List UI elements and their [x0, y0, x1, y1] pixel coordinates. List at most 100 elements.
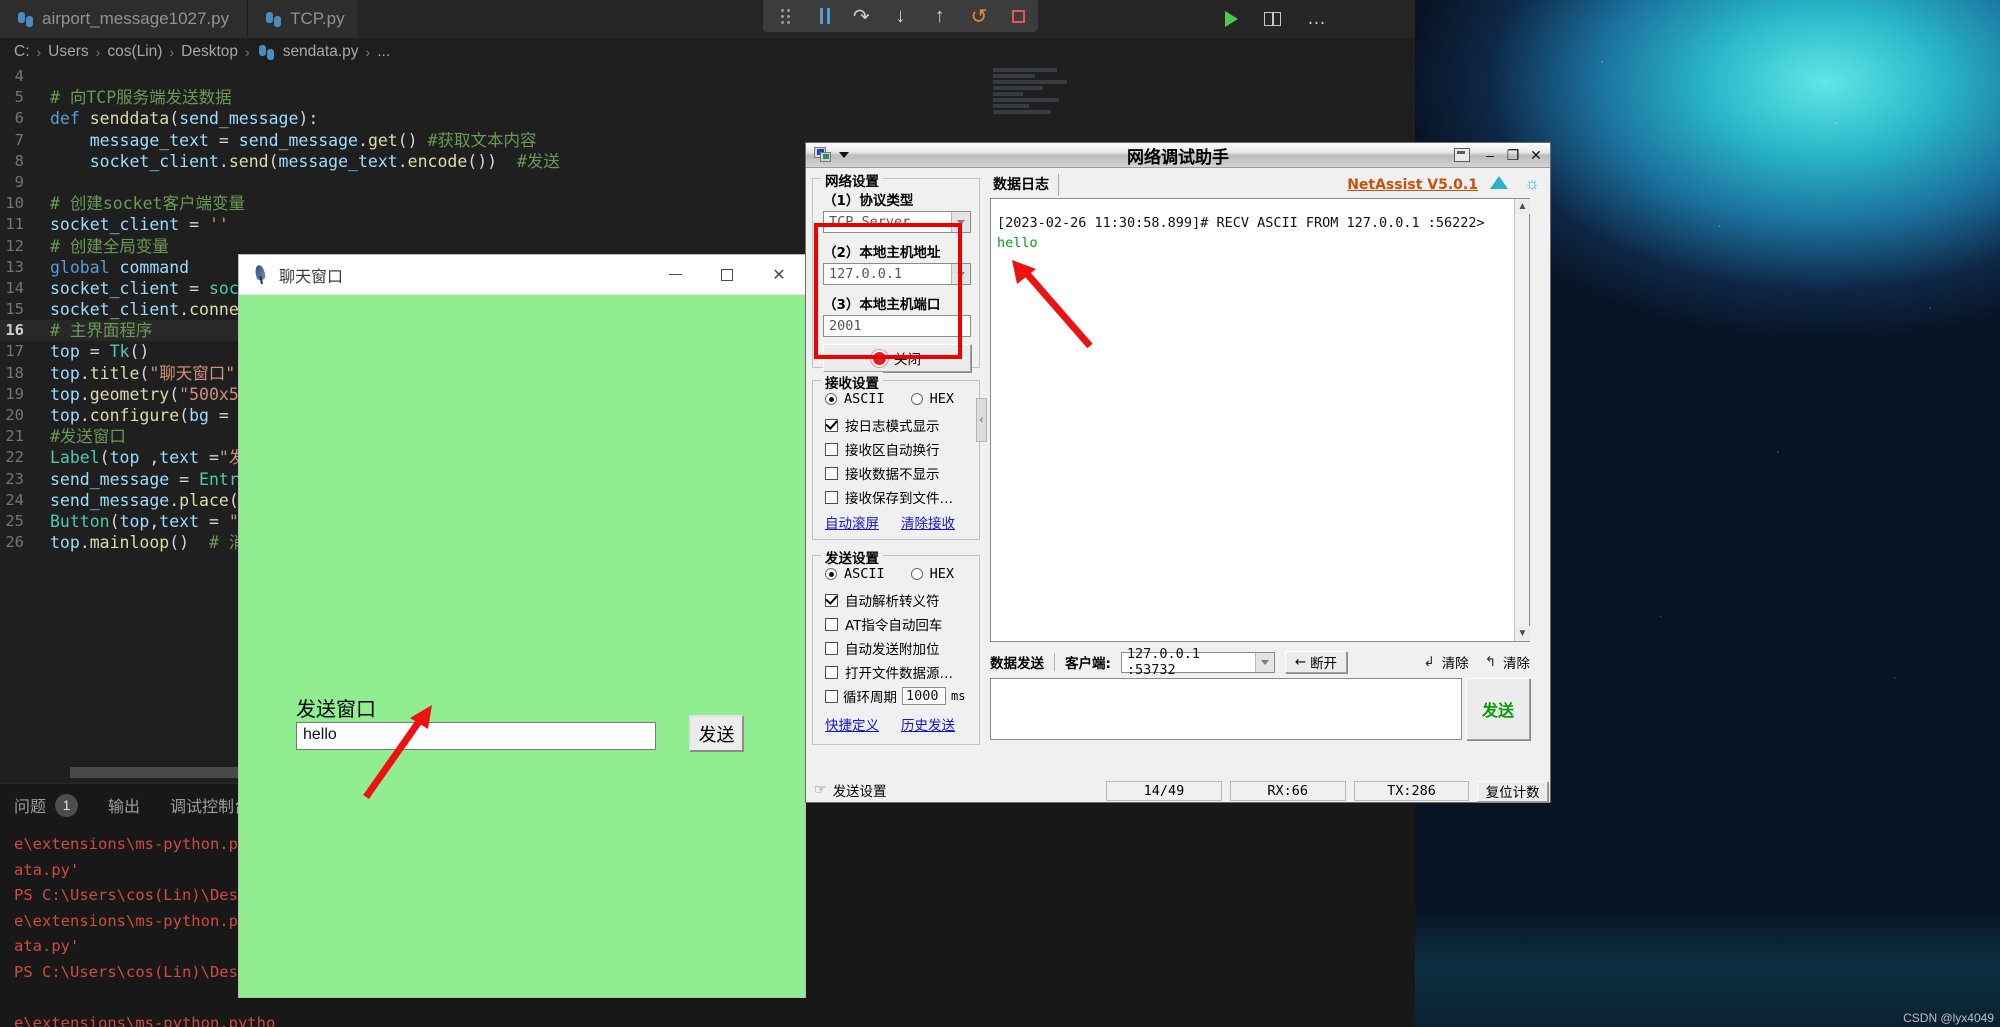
- client-value: 127.0.0.1 :53732: [1126, 646, 1201, 678]
- pause-icon[interactable]: [802, 0, 841, 32]
- editor-tab-1[interactable]: TCP.py: [248, 0, 364, 38]
- send-checkbox-append[interactable]: 自动发送附加位: [825, 638, 940, 658]
- scroll-up-icon[interactable]: ▲: [1515, 199, 1530, 214]
- maximize-icon[interactable]: [701, 255, 753, 295]
- loop-period-input[interactable]: 1000: [902, 687, 946, 705]
- chat-send-button[interactable]: 发送: [689, 715, 744, 752]
- send-checkbox-escape[interactable]: 自动解析转义符: [825, 590, 940, 610]
- code-line-text: top = Tk(): [50, 342, 150, 362]
- more-actions-icon[interactable]: …: [1307, 8, 1327, 30]
- step-out-icon[interactable]: ↑: [920, 0, 959, 32]
- checkbox-icon[interactable]: [825, 418, 838, 432]
- receive-checkbox-hide-data[interactable]: 接收数据不显示: [825, 463, 940, 483]
- checkbox-icon[interactable]: [825, 689, 838, 703]
- clear-receive-area[interactable]: ↰ 清除: [1485, 652, 1530, 672]
- receive-mode-ascii[interactable]: ASCII: [825, 391, 885, 407]
- radio-icon[interactable]: [910, 393, 923, 405]
- breadcrumb-item-users[interactable]: Users: [48, 43, 88, 61]
- netassist-title: 网络调试助手: [1127, 147, 1229, 168]
- panel-collapse-handle[interactable]: ‹: [976, 398, 987, 442]
- minimize-icon[interactable]: [649, 255, 701, 295]
- checkbox-icon[interactable]: [825, 442, 838, 456]
- netassist-send-button[interactable]: 发送: [1466, 678, 1530, 740]
- checkbox-icon[interactable]: [825, 490, 838, 504]
- client-select[interactable]: 127.0.0.1 :53732: [1120, 646, 1275, 678]
- code-line[interactable]: 5 # 向TCP服务端发送数据: [0, 87, 1415, 108]
- breadcrumb-item-drive[interactable]: C:: [14, 43, 30, 61]
- chevron-down-icon[interactable]: [951, 212, 970, 232]
- python-file-icon: [266, 11, 282, 27]
- chat-window-titlebar[interactable]: 聊天窗口 ✕: [239, 255, 805, 295]
- editor-tab-label: airport_message1027.py: [42, 9, 230, 28]
- receive-checkbox-autowrap[interactable]: 接收区自动换行: [825, 439, 940, 459]
- quick-define-link[interactable]: 快捷定义: [825, 714, 879, 734]
- panel-tab-output[interactable]: 输出: [108, 784, 140, 826]
- netassist-version-link[interactable]: NetAssist V5.0.1: [1347, 177, 1478, 193]
- send-checkbox-file-source[interactable]: 打开文件数据源…: [825, 662, 953, 682]
- pin-icon[interactable]: [1454, 148, 1470, 162]
- receive-checkbox-log-mode[interactable]: 按日志模式显示: [825, 415, 940, 435]
- disconnect-button[interactable]: ← 断开: [1284, 651, 1347, 673]
- clear-receive-link[interactable]: 清除接收: [901, 512, 955, 532]
- editor-tab-0[interactable]: airport_message1027.py: [0, 0, 249, 38]
- code-line-text: send_message = Entry: [50, 469, 249, 489]
- footer-send-settings[interactable]: ☞ 发送设置: [814, 780, 887, 800]
- send-textarea[interactable]: [990, 678, 1462, 740]
- step-into-icon[interactable]: ↓: [881, 0, 920, 32]
- data-log-content: [2023-02-26 11:30:58.899]# RECV ASCII FR…: [991, 199, 1529, 253]
- panel-tab-problems[interactable]: 问题 1: [14, 784, 79, 826]
- log-scrollbar[interactable]: ▲ ▼: [1514, 199, 1530, 641]
- send-loop-period-row[interactable]: 循环周期 1000 ms: [825, 686, 965, 706]
- checkbox-icon[interactable]: [825, 641, 838, 655]
- stop-icon[interactable]: [999, 0, 1038, 32]
- data-log-tab[interactable]: 数据日志: [990, 174, 1059, 196]
- breadcrumb-item-more[interactable]: ...: [377, 43, 390, 61]
- radio-icon[interactable]: [825, 393, 837, 405]
- protocol-type-select[interactable]: TCP Server: [823, 211, 971, 233]
- receive-checkbox-save-file[interactable]: 接收保存到文件…: [825, 487, 953, 507]
- receive-mode-hex[interactable]: HEX: [910, 391, 954, 407]
- line-number: 9: [14, 172, 24, 191]
- breadcrumb-item-desktop[interactable]: Desktop: [181, 43, 238, 61]
- debug-run-toolbar[interactable]: ↷ ↓ ↑ ↺: [763, 0, 1038, 32]
- chevron-down-icon[interactable]: [951, 264, 970, 284]
- scroll-down-icon[interactable]: ▼: [1515, 626, 1530, 641]
- checkbox-icon[interactable]: [825, 593, 838, 607]
- drag-handle-icon[interactable]: [763, 0, 802, 32]
- checkbox-icon[interactable]: [825, 617, 838, 631]
- bell-icon[interactable]: ☼: [1524, 174, 1540, 194]
- data-log-panel[interactable]: [2023-02-26 11:30:58.899]# RECV ASCII FR…: [990, 198, 1530, 642]
- chevron-down-icon[interactable]: [1255, 652, 1274, 672]
- split-editor-icon[interactable]: [1264, 12, 1281, 26]
- checkbox-icon[interactable]: [825, 665, 838, 679]
- radio-icon[interactable]: [910, 568, 923, 580]
- reset-counter-button[interactable]: 复位计数: [1477, 780, 1548, 802]
- breadcrumb-item-file[interactable]: sendata.py: [283, 43, 359, 61]
- send-checkbox-at-cr[interactable]: AT指令自动回车: [825, 614, 942, 634]
- loop-period-label: 循环周期: [843, 690, 897, 706]
- send-mode-ascii[interactable]: ASCII: [825, 566, 885, 582]
- send-mode-hex[interactable]: HEX: [910, 566, 954, 582]
- code-line-text: socket_client = sock: [50, 278, 249, 298]
- host-port-input[interactable]: 2001: [823, 315, 971, 337]
- host-address-select[interactable]: 127.0.0.1: [823, 263, 971, 285]
- chat-window-body: 发送窗口 hello 发送: [239, 295, 805, 997]
- step-over-icon[interactable]: ↷: [842, 0, 881, 32]
- history-send-link[interactable]: 历史发送: [901, 714, 955, 734]
- close-icon[interactable]: ✕: [753, 255, 805, 295]
- code-line[interactable]: 6 def senddata(send_message):: [0, 108, 1415, 129]
- run-icon[interactable]: [1225, 11, 1238, 27]
- checkbox-icon[interactable]: [825, 466, 838, 480]
- connection-toggle-button[interactable]: 关闭: [823, 344, 971, 372]
- gem-icon[interactable]: [1490, 176, 1508, 189]
- netassist-titlebar[interactable]: 网络调试助手 – ❐ ✕: [806, 143, 1550, 168]
- code-line[interactable]: 4: [0, 66, 1415, 87]
- restart-icon[interactable]: ↺: [959, 0, 998, 32]
- auto-scroll-link[interactable]: 自动滚屏: [825, 512, 879, 532]
- send-message-input[interactable]: hello: [296, 722, 656, 750]
- breadcrumb-item-user[interactable]: cos(Lin): [107, 43, 162, 61]
- radio-icon[interactable]: [825, 568, 837, 580]
- clear-send-area[interactable]: ↲ 清除: [1423, 652, 1468, 672]
- breadcrumb-separator: ›: [36, 44, 42, 60]
- breadcrumb-separator: ›: [245, 44, 250, 60]
